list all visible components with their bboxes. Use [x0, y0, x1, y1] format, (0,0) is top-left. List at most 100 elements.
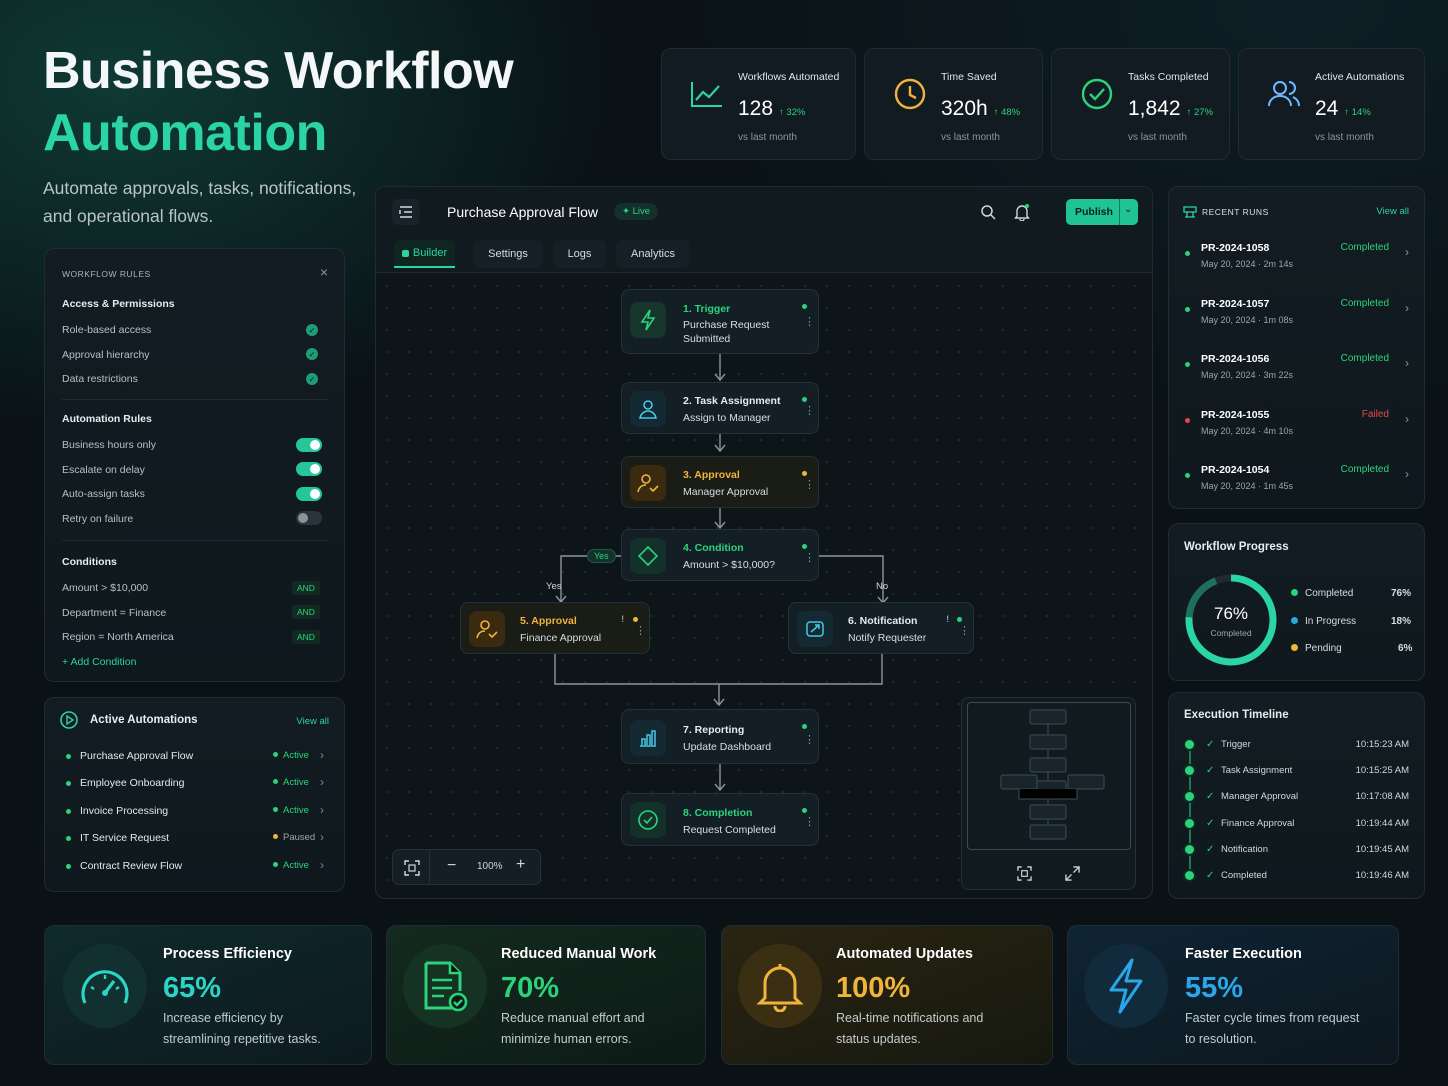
- active-automations-title: Active Automations: [90, 714, 198, 726]
- add-condition-button[interactable]: + Add Condition: [62, 656, 136, 668]
- condition-row: Region = North America: [62, 631, 174, 643]
- and-badge: AND: [292, 630, 320, 644]
- timeline-row: ✓ Manager Approval 10:17:08 AM: [1169, 787, 1425, 807]
- rule-data-restrictions: Data restrictions: [62, 373, 138, 385]
- divider: [62, 399, 328, 400]
- timeline-row: ✓ Task Assignment 10:15:25 AM: [1169, 761, 1425, 781]
- legend-completed: Completed: [1291, 588, 1353, 599]
- stat-card-workflows: Workflows Automated 128 ↑ 32% vs last mon…: [661, 48, 856, 160]
- stat-label: Workflows Automated: [738, 71, 840, 83]
- rule-auto-assign: Auto-assign tasks: [62, 488, 145, 500]
- run-row[interactable]: PR-2024-1057 May 20, 2024 · 1m 08s Complet…: [1169, 283, 1425, 339]
- node-completion[interactable]: 8. Completion Request Completed ⋮: [621, 793, 819, 846]
- node-finance-approval[interactable]: 5. Approval Finance Approval ! ⋮: [460, 602, 650, 654]
- minimap-nodes: [1000, 709, 1105, 840]
- business-hours-toggle[interactable]: [296, 438, 322, 452]
- automation-item[interactable]: Employee Onboarding Active ›: [45, 774, 345, 794]
- check-circle-icon: [630, 802, 666, 838]
- close-icon[interactable]: ×: [320, 264, 328, 280]
- escalate-toggle[interactable]: [296, 462, 322, 476]
- chevron-right-icon: ›: [1405, 245, 1409, 259]
- auto-assign-toggle[interactable]: [296, 487, 322, 501]
- benefit-card-execution: Faster Execution 55% Faster cycle times …: [1067, 925, 1399, 1065]
- expand-icon[interactable]: [1065, 866, 1080, 886]
- stat-value: 24 ↑ 14%: [1315, 97, 1371, 120]
- diamond-icon: [630, 538, 666, 574]
- conditions-heading: Conditions: [62, 556, 117, 568]
- chevron-right-icon: ›: [320, 775, 324, 789]
- workflow-rules-panel: WORKFLOW RULES × Access & Permissions Ro…: [44, 248, 345, 682]
- automation-item[interactable]: IT Service Request Paused ›: [45, 829, 345, 849]
- chevron-right-icon: ›: [1405, 301, 1409, 315]
- retry-toggle[interactable]: [296, 511, 322, 525]
- automation-item[interactable]: Contract Review Flow Active ›: [45, 857, 345, 877]
- node-condition[interactable]: 4. Condition Amount > $10,000? ⋮: [621, 529, 819, 581]
- stat-card-time-saved: Time Saved 320h ↑ 48% vs last month: [864, 48, 1043, 160]
- lightning-icon: [630, 302, 666, 338]
- legend-pending: Pending: [1291, 643, 1342, 654]
- active-automations-panel: Active Automations View all Purchase App…: [44, 697, 345, 892]
- run-row[interactable]: PR-2024-1054 May 20, 2024 · 1m 45s Complet…: [1169, 449, 1425, 505]
- access-heading: Access & Permissions: [62, 298, 175, 310]
- rule-role-based: Role-based access: [62, 324, 152, 336]
- rule-business-hours: Business hours only: [62, 439, 156, 451]
- fit-view-icon[interactable]: [1017, 866, 1032, 886]
- gauge-icon: [63, 944, 147, 1028]
- run-row[interactable]: PR-2024-1058 May 20, 2024 · 2m 14s Complet…: [1169, 227, 1425, 283]
- stat-value: 1,842 ↑ 27%: [1128, 97, 1213, 120]
- yes-label: Yes: [546, 581, 562, 592]
- run-row[interactable]: PR-2024-1055 May 20, 2024 · 4m 10s Failed ›: [1169, 394, 1425, 450]
- check-circle-icon: [1074, 71, 1120, 117]
- document-check-icon: [403, 944, 487, 1028]
- stat-value: 320h ↑ 48%: [941, 97, 1021, 120]
- zoom-in-button[interactable]: +: [516, 856, 525, 874]
- rule-approval-hierarchy: Approval hierarchy: [62, 349, 150, 361]
- send-icon: [797, 611, 833, 647]
- condition-row: Department = Finance: [62, 607, 167, 619]
- legend-in-progress-value: 18%: [1391, 616, 1412, 627]
- hero-title: Business Workflow Automation: [43, 40, 514, 164]
- benefit-card-efficiency: Process Efficiency 65% Increase efficien…: [44, 925, 372, 1065]
- bar-chart-icon: [630, 720, 666, 756]
- chevron-right-icon: ›: [320, 748, 324, 762]
- view-all-link[interactable]: View all: [296, 716, 329, 727]
- stat-card-tasks-completed: Tasks Completed 1,842 ↑ 27% vs last month: [1051, 48, 1230, 160]
- stat-sub: vs last month: [738, 132, 797, 143]
- node-task-assignment[interactable]: 2. Task Assignment Assign to Manager ⋮: [621, 382, 819, 434]
- clock-icon: [887, 71, 933, 117]
- run-row[interactable]: PR-2024-1056 May 20, 2024 · 3m 22s Complet…: [1169, 338, 1425, 394]
- node-manager-approval[interactable]: 3. Approval Manager Approval ⋮: [621, 456, 819, 508]
- progress-title: Workflow Progress: [1184, 541, 1289, 553]
- zoom-controls: − 100% +: [392, 849, 541, 885]
- node-trigger[interactable]: 1. Trigger Purchase Request Submitted ⋮: [621, 289, 819, 354]
- hero-subtitle: Automate approvals, tasks, notifications…: [43, 178, 357, 226]
- runs-view-all-link[interactable]: View all: [1376, 206, 1409, 217]
- users-icon: [1261, 71, 1307, 117]
- node-notification[interactable]: 6. Notification Notify Requester ! ⋮: [788, 602, 974, 654]
- progress-center-label: Completed: [1210, 628, 1252, 638]
- benefit-card-manual-work: Reduced Manual Work 70% Reduce manual ef…: [386, 925, 706, 1065]
- and-badge: AND: [292, 581, 320, 595]
- runs-title: RECENT RUNS: [1202, 207, 1269, 217]
- automation-item[interactable]: Purchase Approval Flow Active ›: [45, 747, 345, 767]
- node-reporting[interactable]: 7. Reporting Update Dashboard ⋮: [621, 709, 819, 764]
- rules-title: WORKFLOW RULES: [62, 269, 151, 279]
- stat-sub: vs last month: [941, 132, 1000, 143]
- minimap: [961, 697, 1136, 890]
- condition-row: Amount > $10,000: [62, 582, 149, 594]
- check-icon: ✓: [306, 324, 318, 336]
- chevron-right-icon: ›: [320, 858, 324, 872]
- zoom-out-button[interactable]: −: [447, 857, 456, 875]
- user-check-icon: [469, 611, 505, 647]
- stat-sub: vs last month: [1315, 132, 1374, 143]
- automation-heading: Automation Rules: [62, 413, 152, 425]
- rule-escalate: Escalate on delay: [62, 464, 145, 476]
- chevron-right-icon: ›: [1405, 356, 1409, 370]
- fit-screen-icon[interactable]: [404, 860, 420, 881]
- automation-item[interactable]: Invoice Processing Active ›: [45, 802, 345, 822]
- trend-chart-icon: [684, 71, 730, 117]
- zoom-level: 100%: [477, 861, 503, 872]
- check-icon: ✓: [306, 373, 318, 385]
- user-check-icon: [630, 465, 666, 501]
- no-label: No: [876, 581, 889, 592]
